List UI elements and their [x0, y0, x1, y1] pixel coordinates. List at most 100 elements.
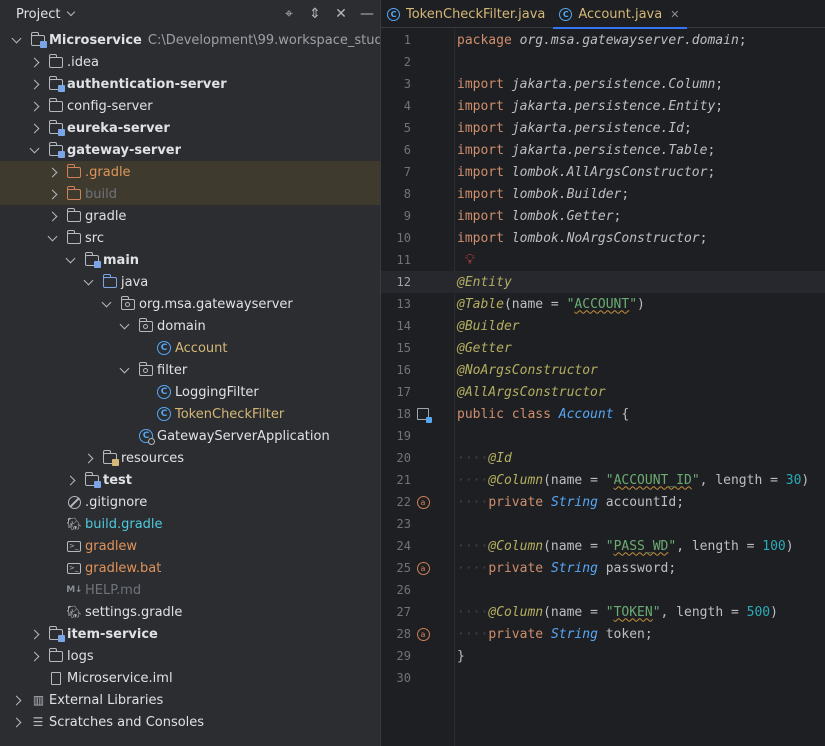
tree-item[interactable]: C LoggingFilter	[0, 381, 380, 403]
chevron-right-icon[interactable]	[83, 453, 94, 463]
chevron-down-icon[interactable]	[101, 297, 112, 307]
code-line[interactable]: 29}	[381, 645, 825, 667]
tree-item[interactable]: .gradle	[0, 161, 380, 183]
chevron-down-icon[interactable]	[29, 143, 40, 153]
tree-item[interactable]: Microservice.iml	[0, 667, 380, 689]
code-line[interactable]: 10 import lombok.NoArgsConstructor;	[381, 227, 825, 249]
tree-item[interactable]: ☰ Scratches and Consoles	[0, 711, 380, 733]
code-line[interactable]: 11 💡︎	[381, 249, 825, 271]
chevron-right-icon[interactable]	[29, 101, 40, 111]
locate-icon[interactable]: ⌖	[276, 0, 302, 28]
expand-collapse-icon[interactable]: ⇕	[302, 0, 328, 28]
code-line[interactable]: 2	[381, 51, 825, 73]
code-line[interactable]: 24 ····@Column(name = "PASS_WD", length =…	[381, 535, 825, 557]
code-line[interactable]: 12 @Entity	[381, 271, 825, 293]
tree-item[interactable]: java	[0, 271, 380, 293]
tree-item[interactable]: gradle	[0, 205, 380, 227]
tree-item[interactable]: Microservice C:\Development\99.workspace_…	[0, 29, 380, 51]
code-line[interactable]: 9 import lombok.Getter;	[381, 205, 825, 227]
project-view-selector[interactable]: Project	[16, 7, 60, 22]
code-line[interactable]: 18 public class Account {	[381, 403, 825, 425]
chevron-right-icon[interactable]	[29, 629, 40, 639]
tree-item[interactable]: 🐘︎ settings.gradle	[0, 601, 380, 623]
tree-item[interactable]: >_ gradlew	[0, 535, 380, 557]
close-icon[interactable]: ✕	[670, 8, 679, 21]
chevron-right-icon[interactable]	[47, 211, 58, 221]
tree-item[interactable]: eureka-server	[0, 117, 380, 139]
tree-item[interactable]: .gitignore	[0, 491, 380, 513]
code-token: ;	[613, 208, 622, 224]
tree-item[interactable]: org.msa.gatewayserver	[0, 293, 380, 315]
chevron-right-icon[interactable]	[47, 167, 58, 177]
tree-item[interactable]: config-server	[0, 95, 380, 117]
chevron-right-icon[interactable]	[29, 57, 40, 67]
code-line[interactable]: 19	[381, 425, 825, 447]
code-line[interactable]: 16 @NoArgsConstructor	[381, 359, 825, 381]
tab-account[interactable]: C Account.java ✕	[553, 0, 688, 29]
code-line[interactable]: 20 ····@Id	[381, 447, 825, 469]
chevron-down-icon[interactable]	[83, 275, 94, 285]
field-gutter-icon[interactable]: a	[416, 627, 430, 641]
tree-item[interactable]: C Account	[0, 337, 380, 359]
code-line[interactable]: 3 import jakarta.persistence.Column;	[381, 73, 825, 95]
chevron-down-icon[interactable]	[119, 319, 130, 329]
code-line[interactable]: 15 @Getter	[381, 337, 825, 359]
code-line[interactable]: 21 ····@Column(name = "ACCOUNT_ID", lengt…	[381, 469, 825, 491]
code-line[interactable]: 8 import lombok.Builder;	[381, 183, 825, 205]
code-line[interactable]: 5 import jakarta.persistence.Id;	[381, 117, 825, 139]
code-area[interactable]: 1 package org.msa.gatewayserver.domain; 2 3…	[381, 29, 825, 689]
code-line[interactable]: 4 import jakarta.persistence.Entity;	[381, 95, 825, 117]
chevron-right-icon[interactable]	[47, 189, 58, 199]
tree-item[interactable]: authentication-server	[0, 73, 380, 95]
lightbulb-icon[interactable]: 💡︎	[465, 252, 475, 268]
tree-item[interactable]: build	[0, 183, 380, 205]
code-line[interactable]: 28 a ····private String token;	[381, 623, 825, 645]
minimize-icon[interactable]: —	[354, 0, 380, 28]
tree-item[interactable]: filter	[0, 359, 380, 381]
chevron-right-icon[interactable]	[29, 123, 40, 133]
code-line[interactable]: 22 a ····private String accountId;	[381, 491, 825, 513]
code-line[interactable]: 27 ····@Column(name = "TOKEN", length = 5…	[381, 601, 825, 623]
tree-item[interactable]: item-service	[0, 623, 380, 645]
tree-item[interactable]: gateway-server	[0, 139, 380, 161]
code-line[interactable]: 14 @Builder	[381, 315, 825, 337]
code-line[interactable]: 17 @AllArgsConstructor	[381, 381, 825, 403]
code-line[interactable]: 23	[381, 513, 825, 535]
tree-item[interactable]: C GatewayServerApplication	[0, 425, 380, 447]
chevron-down-icon[interactable]	[67, 7, 76, 17]
chevron-right-icon[interactable]	[65, 475, 76, 485]
tree-item[interactable]: 🐘︎ build.gradle	[0, 513, 380, 535]
chevron-right-icon[interactable]	[29, 651, 40, 661]
tree-item[interactable]: ▥ External Libraries	[0, 689, 380, 711]
code-line[interactable]: 26	[381, 579, 825, 601]
tree-item[interactable]: main	[0, 249, 380, 271]
tree-item[interactable]: resources	[0, 447, 380, 469]
tree-item[interactable]: >_ gradlew.bat	[0, 557, 380, 579]
chevron-down-icon[interactable]	[47, 231, 58, 241]
tree-item[interactable]: test	[0, 469, 380, 491]
tree-item[interactable]: domain	[0, 315, 380, 337]
code-line[interactable]: 6 import jakarta.persistence.Table;	[381, 139, 825, 161]
code-line[interactable]: 13 @Table(name = "ACCOUNT")	[381, 293, 825, 315]
close-all-icon[interactable]: ✕	[328, 0, 354, 28]
chevron-down-icon[interactable]	[119, 363, 130, 373]
tree-item[interactable]: C TokenCheckFilter	[0, 403, 380, 425]
tree-item[interactable]: src	[0, 227, 380, 249]
code-line[interactable]: 30	[381, 667, 825, 689]
chevron-right-icon[interactable]	[11, 717, 22, 727]
code-line[interactable]: 7 import lombok.AllArgsConstructor;	[381, 161, 825, 183]
source-folder-icon	[102, 273, 118, 289]
entity-gutter-icon[interactable]	[416, 407, 432, 423]
tree-item[interactable]: logs	[0, 645, 380, 667]
code-line[interactable]: 1 package org.msa.gatewayserver.domain;	[381, 29, 825, 51]
chevron-right-icon[interactable]	[11, 695, 22, 705]
tab-tokencheckfilter[interactable]: C TokenCheckFilter.java	[381, 0, 553, 28]
chevron-down-icon[interactable]	[65, 253, 76, 263]
tree-item[interactable]: .idea	[0, 51, 380, 73]
field-gutter-icon[interactable]: a	[416, 561, 430, 575]
code-line[interactable]: 25 a ····private String password;	[381, 557, 825, 579]
chevron-down-icon[interactable]	[11, 33, 22, 43]
tree-item[interactable]: M↓ HELP.md	[0, 579, 380, 601]
chevron-right-icon[interactable]	[29, 79, 40, 89]
field-gutter-icon[interactable]: a	[416, 495, 430, 509]
